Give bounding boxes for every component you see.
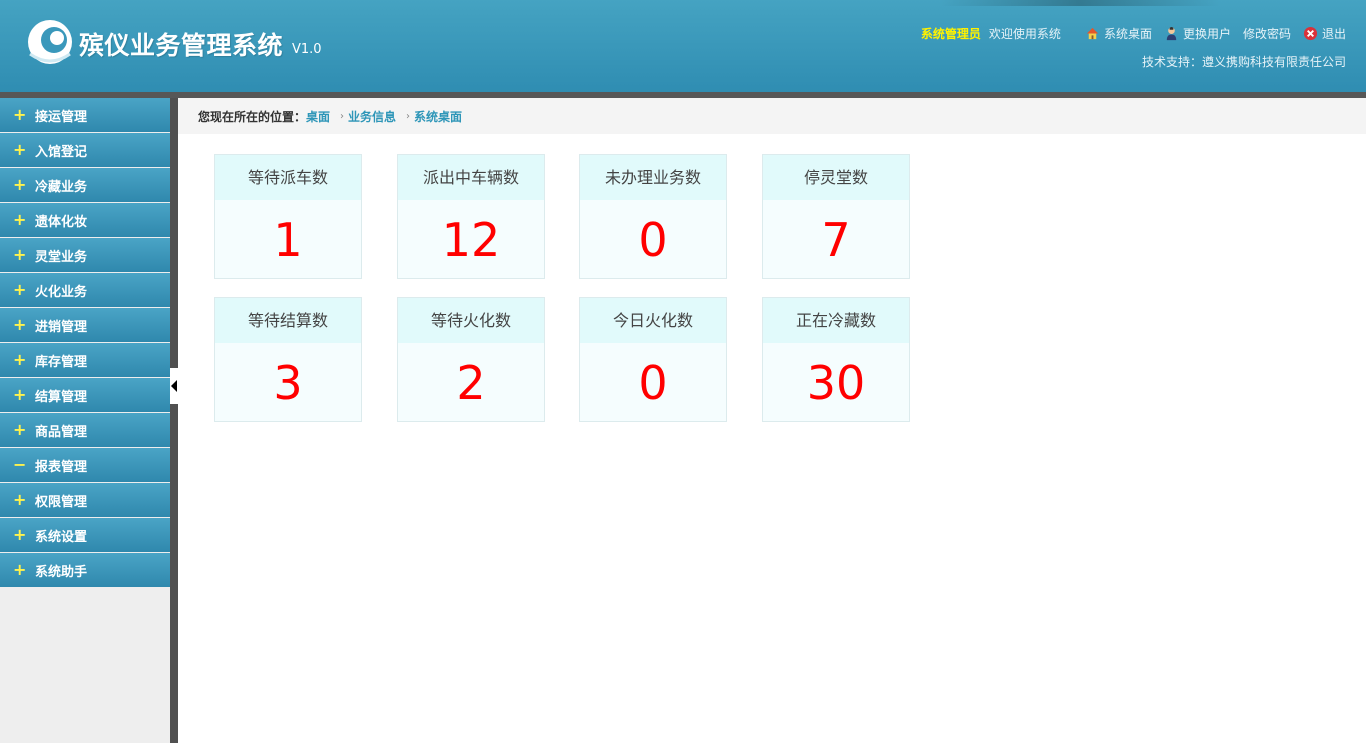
breadcrumb-item-desktop[interactable]: 桌面 [306, 108, 330, 125]
stat-card-value: 7 [821, 213, 851, 267]
stat-card-title: 等待派车数 [215, 155, 361, 200]
breadcrumb-item-business-info[interactable]: 业务信息 [348, 108, 396, 125]
stat-card-pending-business[interactable]: 未办理业务数 0 [579, 154, 727, 279]
stat-card-waiting-cremation[interactable]: 等待火化数 2 [397, 297, 545, 422]
expand-icon: + [13, 490, 27, 509]
stat-card-title: 等待火化数 [398, 298, 544, 343]
sidebar-splitter[interactable] [170, 98, 178, 743]
expand-icon: + [13, 105, 27, 124]
sidebar-item-registration[interactable]: + 入馆登记 [0, 133, 170, 167]
stat-card-waiting-dispatch[interactable]: 等待派车数 1 [214, 154, 362, 279]
stat-card-title: 正在冷藏数 [763, 298, 909, 343]
stat-card-value: 2 [456, 356, 486, 410]
sidebar-item-reports[interactable]: − 报表管理 [0, 448, 170, 482]
sidebar-item-label: 接运管理 [35, 109, 88, 125]
sidebar-item-settlement[interactable]: + 结算管理 [0, 378, 170, 412]
sidebar-item-label: 冷藏业务 [35, 179, 88, 195]
switch-user-link[interactable]: 更换用户 [1164, 25, 1231, 42]
logout-label: 退出 [1321, 26, 1346, 41]
user-icon [1166, 26, 1177, 40]
expand-icon: + [13, 245, 27, 264]
sidebar-item-cold-storage[interactable]: + 冷藏业务 [0, 168, 170, 202]
stat-card-waiting-settlement[interactable]: 等待结算数 3 [214, 297, 362, 422]
stat-card-value: 12 [441, 213, 501, 267]
stat-card-value: 30 [806, 356, 866, 410]
stat-card-title: 今日火化数 [580, 298, 726, 343]
switch-user-label: 更换用户 [1182, 26, 1231, 41]
collapse-icon: − [13, 455, 27, 474]
home-icon [1086, 27, 1099, 39]
admin-label: 系统管理员 [920, 26, 981, 41]
sidebar-item-label: 进销管理 [35, 319, 88, 335]
sidebar-item-permissions[interactable]: + 权限管理 [0, 483, 170, 517]
expand-icon: + [13, 525, 27, 544]
stat-card-value: 1 [273, 213, 303, 267]
expand-icon: + [13, 210, 27, 229]
logo-icon [28, 20, 72, 64]
stat-card-value: 3 [273, 356, 303, 410]
logout-link[interactable]: 退出 [1303, 25, 1346, 42]
expand-icon: + [13, 315, 27, 334]
header: 殡仪业务管理系统 V1.0 系统管理员 欢迎使用系统 系统桌面 更换用户 修改密… [0, 0, 1366, 92]
top-nav: 系统管理员 欢迎使用系统 系统桌面 更换用户 修改密码 退出 [921, 24, 1346, 42]
breadcrumb-separator: › [406, 110, 411, 122]
stat-card-in-cold-storage[interactable]: 正在冷藏数 30 [762, 297, 910, 422]
sidebar-item-purchase-sales[interactable]: + 进销管理 [0, 308, 170, 342]
breadcrumb-prefix: 您现在所在的位置： [198, 109, 307, 124]
expand-icon: + [13, 175, 27, 194]
stat-card-title: 未办理业务数 [580, 155, 726, 200]
expand-icon: + [13, 350, 27, 369]
sidebar-item-inventory[interactable]: + 库存管理 [0, 343, 170, 377]
sidebar-item-label: 系统助手 [35, 564, 88, 580]
change-password-link[interactable]: 修改密码 [1243, 25, 1291, 42]
sidebar-item-pickup[interactable]: + 接运管理 [0, 98, 170, 132]
expand-icon: + [13, 280, 27, 299]
collapse-sidebar-button[interactable] [170, 368, 178, 404]
breadcrumb-item-system-desktop[interactable]: 系统桌面 [414, 108, 462, 125]
breadcrumb-separator: › [340, 110, 345, 122]
expand-icon: + [13, 420, 27, 439]
app-version: V1.0 [292, 42, 322, 57]
sidebar-item-label: 库存管理 [35, 354, 88, 370]
stat-card-today-cremation[interactable]: 今日火化数 0 [579, 297, 727, 422]
sidebar-item-label: 权限管理 [35, 494, 88, 510]
stat-card-vehicles-out[interactable]: 派出中车辆数 12 [397, 154, 545, 279]
sidebar-item-assistant[interactable]: + 系统助手 [0, 553, 170, 587]
desktop-link-label: 系统桌面 [1103, 26, 1152, 41]
change-password-label: 修改密码 [1242, 26, 1291, 41]
expand-icon: + [13, 140, 27, 159]
sidebar-item-label: 商品管理 [35, 424, 88, 440]
sidebar-item-label: 系统设置 [35, 529, 88, 545]
caret-left-icon [171, 380, 177, 392]
close-icon [1303, 26, 1318, 40]
stat-card-value: 0 [638, 356, 668, 410]
desktop-link[interactable]: 系统桌面 [1085, 25, 1152, 42]
sidebar: + 接运管理 + 入馆登记 + 冷藏业务 + 遗体化妆 + 灵堂业务 + 火化业务 + 进销管… [0, 98, 170, 743]
stat-card-mourning-halls[interactable]: 停灵堂数 7 [762, 154, 910, 279]
sidebar-item-cremation[interactable]: + 火化业务 [0, 273, 170, 307]
sidebar-item-label: 报表管理 [35, 459, 88, 475]
sidebar-item-mourning-hall[interactable]: + 灵堂业务 [0, 238, 170, 272]
expand-icon: + [13, 560, 27, 579]
welcome-text: 欢迎使用系统 [988, 26, 1061, 41]
sidebar-item-label: 火化业务 [35, 284, 88, 300]
header-glow [940, 0, 1220, 6]
stat-card-title: 等待结算数 [215, 298, 361, 343]
stat-card-title: 派出中车辆数 [398, 155, 544, 200]
breadcrumb: 您现在所在的位置： 桌面 › 业务信息 › 系统桌面 [178, 98, 1366, 134]
sidebar-item-label: 入馆登记 [35, 144, 88, 160]
sidebar-item-products[interactable]: + 商品管理 [0, 413, 170, 447]
sidebar-item-label: 灵堂业务 [35, 249, 88, 265]
sidebar-item-label: 结算管理 [35, 389, 88, 405]
support-text: 技术支持：遵义携购科技有限责任公司 [1141, 55, 1346, 69]
stat-card-title: 停灵堂数 [763, 155, 909, 200]
app-title: 殡仪业务管理系统 [79, 31, 284, 60]
expand-icon: + [13, 385, 27, 404]
sidebar-item-label: 遗体化妆 [35, 214, 88, 230]
stat-card-value: 0 [638, 213, 668, 267]
sidebar-item-makeup[interactable]: + 遗体化妆 [0, 203, 170, 237]
sidebar-item-system-settings[interactable]: + 系统设置 [0, 518, 170, 552]
